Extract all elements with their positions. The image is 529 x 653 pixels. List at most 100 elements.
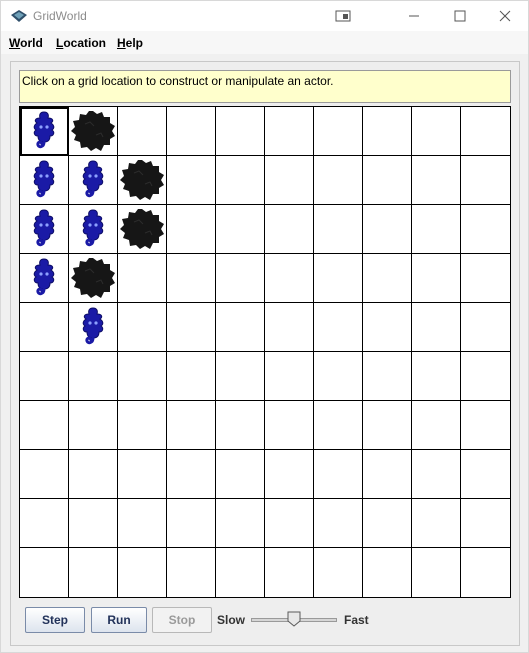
- grid-cell[interactable]: [20, 401, 69, 450]
- grid-cell[interactable]: [265, 401, 314, 450]
- grid-cell[interactable]: [20, 352, 69, 401]
- grid-cell[interactable]: [314, 156, 363, 205]
- grid-cell[interactable]: [412, 450, 461, 499]
- grid-cell[interactable]: [412, 401, 461, 450]
- grid-cell[interactable]: [412, 352, 461, 401]
- pin-icon[interactable]: [320, 1, 366, 31]
- world-grid[interactable]: [19, 106, 511, 598]
- grid-cell[interactable]: [461, 205, 510, 254]
- grid-cell[interactable]: [20, 499, 69, 548]
- grid-cell[interactable]: [363, 548, 412, 597]
- grid-cell[interactable]: [461, 499, 510, 548]
- grid-cell[interactable]: [363, 303, 412, 352]
- grid-cell[interactable]: [314, 499, 363, 548]
- grid-cell[interactable]: [216, 303, 265, 352]
- grid-cell[interactable]: [20, 156, 69, 205]
- grid-cell[interactable]: [20, 450, 69, 499]
- grid-cell[interactable]: [412, 205, 461, 254]
- grid-cell[interactable]: [69, 401, 118, 450]
- grid-cell[interactable]: [461, 156, 510, 205]
- grid-cell[interactable]: [412, 548, 461, 597]
- grid-cell[interactable]: [69, 156, 118, 205]
- step-button[interactable]: Step: [25, 607, 85, 633]
- grid-cell[interactable]: [118, 499, 167, 548]
- grid-cell[interactable]: [69, 205, 118, 254]
- grid-cell[interactable]: [461, 450, 510, 499]
- grid-cell[interactable]: [20, 107, 69, 156]
- grid-cell[interactable]: [265, 450, 314, 499]
- bug-icon[interactable]: [27, 109, 61, 153]
- grid-cell[interactable]: [167, 156, 216, 205]
- speed-slider-thumb[interactable]: [287, 611, 301, 627]
- grid-cell[interactable]: [363, 352, 412, 401]
- grid-cell[interactable]: [118, 156, 167, 205]
- menu-help[interactable]: Help: [117, 36, 143, 50]
- bug-icon[interactable]: [76, 207, 110, 251]
- grid-cell[interactable]: [69, 254, 118, 303]
- grid-cell[interactable]: [118, 254, 167, 303]
- grid-cell[interactable]: [69, 352, 118, 401]
- grid-cell[interactable]: [118, 107, 167, 156]
- grid-cell[interactable]: [363, 107, 412, 156]
- grid-cell[interactable]: [314, 254, 363, 303]
- grid-cell[interactable]: [216, 499, 265, 548]
- grid-cell[interactable]: [167, 450, 216, 499]
- grid-cell[interactable]: [167, 401, 216, 450]
- grid-cell[interactable]: [314, 401, 363, 450]
- grid-cell[interactable]: [363, 499, 412, 548]
- grid-cell[interactable]: [216, 254, 265, 303]
- grid-cell[interactable]: [167, 499, 216, 548]
- grid-cell[interactable]: [314, 450, 363, 499]
- grid-cell[interactable]: [265, 548, 314, 597]
- menu-location[interactable]: Location: [56, 36, 106, 50]
- grid-cell[interactable]: [265, 499, 314, 548]
- grid-cell[interactable]: [265, 107, 314, 156]
- rock-icon[interactable]: [70, 109, 116, 153]
- bug-icon[interactable]: [27, 207, 61, 251]
- grid-cell[interactable]: [20, 548, 69, 597]
- grid-cell[interactable]: [412, 107, 461, 156]
- grid-cell[interactable]: [412, 303, 461, 352]
- grid-cell[interactable]: [118, 401, 167, 450]
- grid-cell[interactable]: [216, 156, 265, 205]
- grid-cell[interactable]: [216, 401, 265, 450]
- grid-cell[interactable]: [167, 205, 216, 254]
- run-button[interactable]: Run: [91, 607, 147, 633]
- grid-cell[interactable]: [167, 303, 216, 352]
- grid-cell[interactable]: [363, 254, 412, 303]
- grid-cell[interactable]: [265, 156, 314, 205]
- grid-cell[interactable]: [118, 548, 167, 597]
- grid-cell[interactable]: [363, 401, 412, 450]
- grid-cell[interactable]: [461, 107, 510, 156]
- grid-cell[interactable]: [363, 205, 412, 254]
- grid-cell[interactable]: [265, 254, 314, 303]
- menu-world[interactable]: World: [9, 36, 43, 50]
- grid-cell[interactable]: [461, 548, 510, 597]
- title-bar[interactable]: GridWorld: [1, 1, 528, 31]
- grid-cell[interactable]: [69, 450, 118, 499]
- minimize-icon[interactable]: [391, 1, 437, 31]
- bug-icon[interactable]: [27, 256, 61, 300]
- grid-cell[interactable]: [461, 254, 510, 303]
- grid-cell[interactable]: [167, 107, 216, 156]
- grid-cell[interactable]: [363, 450, 412, 499]
- grid-cell[interactable]: [216, 352, 265, 401]
- grid-cell[interactable]: [412, 156, 461, 205]
- rock-icon[interactable]: [119, 207, 165, 251]
- grid-cell[interactable]: [118, 450, 167, 499]
- bug-icon[interactable]: [76, 305, 110, 349]
- grid-cell[interactable]: [314, 205, 363, 254]
- grid-cell[interactable]: [363, 156, 412, 205]
- close-icon[interactable]: [482, 1, 528, 31]
- grid-cell[interactable]: [69, 303, 118, 352]
- grid-cell[interactable]: [167, 352, 216, 401]
- rock-icon[interactable]: [70, 256, 116, 300]
- grid-cell[interactable]: [314, 548, 363, 597]
- grid-cell[interactable]: [69, 548, 118, 597]
- grid-cell[interactable]: [118, 205, 167, 254]
- grid-cell[interactable]: [167, 548, 216, 597]
- grid-cell[interactable]: [265, 205, 314, 254]
- maximize-icon[interactable]: [437, 1, 483, 31]
- grid-cell[interactable]: [216, 450, 265, 499]
- grid-cell[interactable]: [216, 548, 265, 597]
